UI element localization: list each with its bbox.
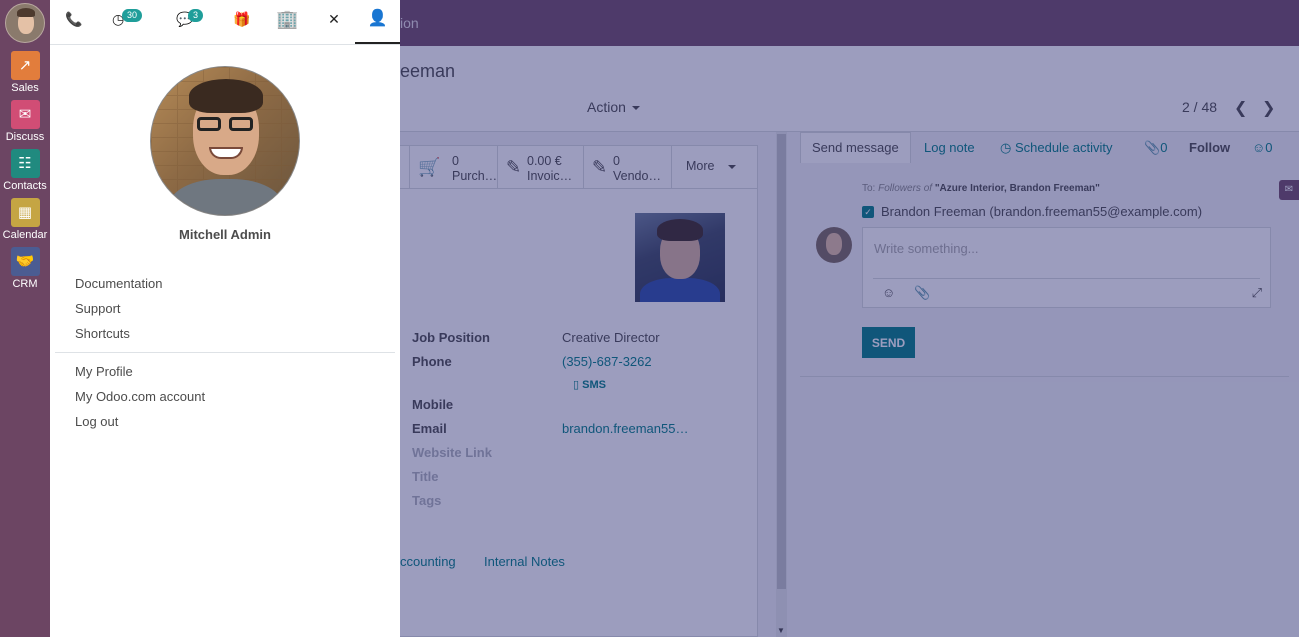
chart-icon: ↗: [10, 51, 40, 80]
systray: 📞 ◷ 30 💬 3 🎁 🏢 ✕ 👤: [50, 0, 400, 45]
messages-button[interactable]: 💬 3: [172, 0, 208, 44]
tools-icon: ✕: [328, 11, 340, 27]
chat-bubble-icon: ✉: [10, 100, 40, 129]
phone-icon: 📞: [65, 11, 83, 27]
menu-item-odoo-account[interactable]: My Odoo.com account: [75, 389, 205, 404]
company-switcher-button[interactable]: 🏢: [276, 0, 298, 44]
building-icon: 🏢: [276, 9, 299, 29]
menu-item-log-out[interactable]: Log out: [75, 414, 118, 429]
gift-button[interactable]: 🎁: [232, 0, 252, 44]
app-contacts[interactable]: ☷ Contacts: [0, 149, 50, 192]
address-book-icon: ☷: [10, 149, 40, 178]
menu-item-my-profile[interactable]: My Profile: [75, 364, 133, 379]
app-discuss[interactable]: ✉ Discuss: [0, 100, 50, 143]
activities-button[interactable]: ◷ 30: [108, 0, 148, 44]
messages-badge: 3: [188, 9, 204, 22]
user-name: Mitchell Admin: [179, 227, 271, 242]
activities-badge: 30: [122, 9, 143, 22]
calendar-icon: ▦: [10, 198, 40, 227]
app-sidebar: ↗ Sales ✉ Discuss ☷ Contacts ▦ Calendar …: [0, 0, 50, 637]
app-label: CRM: [12, 278, 38, 290]
app-calendar[interactable]: ▦ Calendar: [0, 198, 50, 241]
avatar[interactable]: [5, 3, 45, 43]
app-label: Calendar: [2, 229, 48, 241]
avatar: [150, 66, 300, 216]
menu-item-support[interactable]: Support: [75, 301, 121, 316]
app-label: Sales: [11, 82, 39, 94]
debug-tools-button[interactable]: ✕: [324, 0, 344, 44]
user-icon: 👤: [367, 10, 388, 27]
user-menu-panel: 📞 ◷ 30 💬 3 🎁 🏢 ✕ 👤 Mitchell Admin Document…: [50, 0, 400, 637]
user-menu-button[interactable]: 👤: [355, 0, 400, 44]
app-crm[interactable]: 🤝 CRM: [0, 247, 50, 290]
divider: [55, 352, 395, 353]
gift-icon: 🎁: [233, 11, 251, 27]
app-sales[interactable]: ↗ Sales: [0, 51, 50, 94]
menu-item-shortcuts[interactable]: Shortcuts: [75, 326, 130, 341]
menu-item-documentation[interactable]: Documentation: [75, 276, 162, 291]
app-label: Discuss: [5, 131, 45, 143]
handshake-icon: 🤝: [10, 247, 40, 276]
app-label: Contacts: [3, 180, 47, 192]
phone-button[interactable]: 📞: [64, 0, 84, 44]
